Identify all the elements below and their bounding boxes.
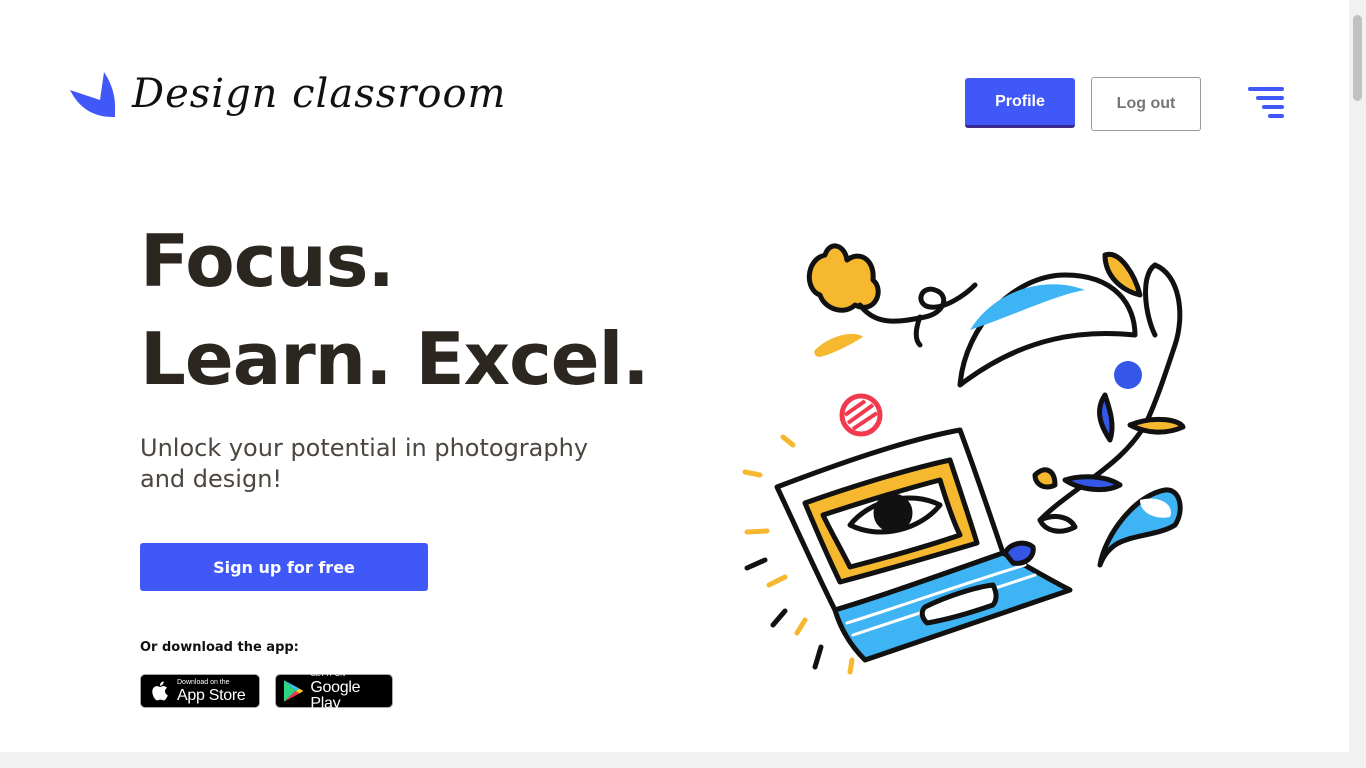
apple-icon — [152, 681, 168, 701]
profile-button[interactable]: Profile — [965, 78, 1075, 128]
hero-headline: Focus. Learn. Excel. — [140, 212, 650, 408]
scrollbar-thumb[interactable] — [1353, 15, 1362, 101]
logo[interactable]: Design classroom — [70, 70, 506, 118]
headline-line-2: Learn. Excel. — [140, 317, 650, 401]
vertical-scrollbar[interactable] — [1349, 0, 1366, 768]
hamburger-menu-icon[interactable] — [1248, 87, 1284, 119]
app-store-badge[interactable]: Download on the App Store — [140, 674, 260, 708]
google-play-badge[interactable]: GET IT ON Google Play — [275, 670, 393, 711]
appstore-small-text: Download on the — [177, 678, 230, 686]
appstore-big-text: App Store — [177, 686, 246, 704]
download-label: Or download the app: — [140, 640, 299, 655]
laptop-eye-illustration — [742, 243, 1186, 675]
google-play-icon — [283, 680, 304, 702]
signup-button[interactable]: Sign up for free — [140, 543, 428, 591]
google-big-text: Google Play — [310, 678, 361, 712]
logout-button[interactable]: Log out — [1091, 77, 1201, 131]
google-small-text: GET IT ON — [310, 670, 346, 678]
logo-text: Design classroom — [132, 71, 507, 117]
page-bottom-strip — [0, 752, 1349, 768]
headline-line-1: Focus. — [140, 219, 395, 303]
hero-subtitle: Unlock your potential in photography and… — [140, 434, 589, 493]
logo-mark-icon — [70, 72, 116, 118]
